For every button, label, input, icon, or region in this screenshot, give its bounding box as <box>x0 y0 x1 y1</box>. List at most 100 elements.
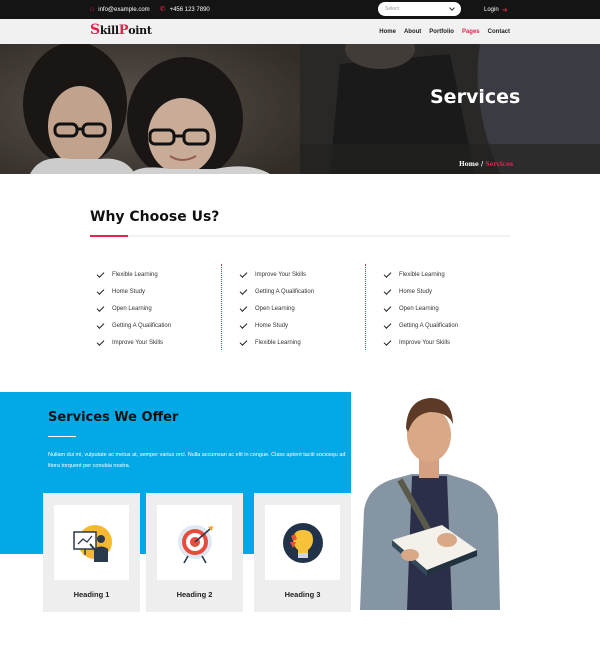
list-item: Flexible Learning <box>239 334 370 351</box>
list-item-label: Open Learning <box>255 305 295 312</box>
logo-letter-s: S <box>90 22 100 38</box>
list-item: Flexible Learning <box>96 266 227 283</box>
service-card-image <box>157 505 232 580</box>
select-dropdown[interactable]: Select <box>378 2 461 16</box>
service-card-heading: Heading 3 <box>284 590 321 599</box>
site-logo[interactable]: SkillPoint <box>90 22 152 38</box>
feature-column-3: Flexible Learning Home Study Open Learni… <box>383 266 514 351</box>
student-photo <box>360 398 500 610</box>
list-item-label: Open Learning <box>399 305 439 312</box>
check-icon <box>383 269 392 278</box>
list-item: Home Study <box>239 317 370 334</box>
list-item-label: Improve Your Skills <box>112 339 164 346</box>
list-item: Open Learning <box>239 300 370 317</box>
list-item: Improve Your Skills <box>239 266 370 283</box>
check-icon <box>239 286 248 295</box>
logo-text-oint: oint <box>128 24 152 37</box>
service-card-3[interactable]: Heading 3 <box>254 493 351 612</box>
page-title: Services <box>430 86 521 108</box>
list-item: Home Study <box>383 283 514 300</box>
nav-item-contact[interactable]: Contact <box>488 29 510 35</box>
list-item: Getting A Qualification <box>383 317 514 334</box>
list-item: Open Learning <box>96 300 227 317</box>
column-divider <box>365 264 366 350</box>
service-card-heading: Heading 2 <box>176 590 213 599</box>
check-icon <box>383 320 392 329</box>
breadcrumb-separator: / <box>480 161 484 168</box>
service-card-2[interactable]: Heading 2 <box>146 493 243 612</box>
contact-info: ⌂ info@example.com ✆ +456 123 7890 <box>90 0 216 19</box>
list-item: Improve Your Skills <box>96 334 227 351</box>
divider-accent <box>90 235 128 237</box>
check-icon <box>96 269 105 278</box>
column-divider <box>221 264 222 350</box>
check-icon <box>383 337 392 346</box>
service-card-1[interactable]: Heading 1 <box>43 493 140 612</box>
check-icon <box>96 337 105 346</box>
feature-column-2: Improve Your Skills Getting A Qualificat… <box>239 266 370 351</box>
presentation-icon <box>73 525 112 562</box>
list-item-label: Home Study <box>399 288 433 295</box>
nav-item-about[interactable]: About <box>404 29 421 35</box>
check-icon <box>96 286 105 295</box>
list-item: Open Learning <box>383 300 514 317</box>
phone-icon: ✆ <box>159 6 166 13</box>
check-icon <box>96 320 105 329</box>
top-bar: ⌂ info@example.com ✆ +456 123 7890 Selec… <box>0 0 600 19</box>
login-label: Login <box>484 6 499 13</box>
check-icon <box>239 269 248 278</box>
nav-item-pages[interactable]: Pages <box>462 29 480 35</box>
list-item-label: Improve Your Skills <box>399 339 451 346</box>
service-card-image <box>265 505 340 580</box>
email-link[interactable]: info@example.com <box>98 7 149 13</box>
list-item-label: Home Study <box>255 322 289 329</box>
list-item-label: Flexible Learning <box>112 271 158 278</box>
logo-letter-p: P <box>118 23 129 38</box>
list-item-label: Flexible Learning <box>255 339 301 346</box>
section-title-why: Why Choose Us? <box>90 209 220 225</box>
list-item-label: Getting A Qualification <box>399 322 459 329</box>
service-card-image <box>54 505 129 580</box>
list-item: Improve Your Skills <box>383 334 514 351</box>
list-item: Flexible Learning <box>383 266 514 283</box>
service-card-heading: Heading 1 <box>73 590 110 599</box>
services-title-underline <box>48 436 76 437</box>
list-item-label: Flexible Learning <box>399 271 445 278</box>
list-item: Getting A Qualification <box>96 317 227 334</box>
check-icon <box>239 337 248 346</box>
section-divider <box>90 235 510 237</box>
nav-menu: Home About Portfolio Pages Contact <box>379 19 510 44</box>
login-icon: ➜ <box>501 6 508 14</box>
list-item: Getting A Qualification <box>239 283 370 300</box>
feature-column-1: Flexible Learning Home Study Open Learni… <box>96 266 227 351</box>
logo-text-kill: kill <box>99 24 119 37</box>
section-title-services: Services We Offer <box>48 410 179 425</box>
nav-item-home[interactable]: Home <box>379 29 396 35</box>
check-icon <box>96 303 105 312</box>
lightbulb-icon <box>283 523 323 563</box>
list-item-label: Open Learning <box>112 305 152 312</box>
chevron-down-icon <box>449 5 455 11</box>
breadcrumb-home[interactable]: Home <box>459 161 479 168</box>
login-link[interactable]: Login ➜ <box>484 0 508 19</box>
check-icon <box>239 320 248 329</box>
list-item: Home Study <box>96 283 227 300</box>
check-icon <box>239 303 248 312</box>
target-icon <box>178 525 213 564</box>
list-item-label: Improve Your Skills <box>255 271 307 278</box>
list-item-label: Home Study <box>112 288 146 295</box>
nav-item-portfolio[interactable]: Portfolio <box>429 29 454 35</box>
check-icon <box>383 286 392 295</box>
services-description: Nullam dui mi, vulputate ac metus at, se… <box>48 452 346 469</box>
check-icon <box>383 303 392 312</box>
list-item-label: Getting A Qualification <box>255 288 315 295</box>
home-icon: ⌂ <box>90 6 95 13</box>
breadcrumb: Home / Services <box>459 161 513 168</box>
list-item-label: Getting A Qualification <box>112 322 172 329</box>
phone-link[interactable]: +456 123 7890 <box>170 7 210 13</box>
page-banner: Services Home / Services <box>0 44 600 174</box>
breadcrumb-current: Services <box>485 161 514 168</box>
main-navbar: SkillPoint Home About Portfolio Pages Co… <box>0 19 600 44</box>
banner-overlay <box>0 44 600 174</box>
select-placeholder: Select <box>385 6 399 12</box>
